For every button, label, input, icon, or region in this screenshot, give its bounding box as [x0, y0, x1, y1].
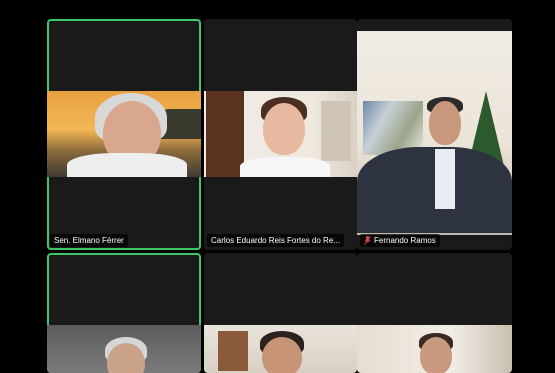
- video-tile-4[interactable]: [47, 253, 201, 373]
- video-feed-1: [47, 91, 201, 177]
- muted-mic-icon: [364, 236, 371, 245]
- video-feed-2: [204, 91, 357, 177]
- video-tile-3[interactable]: Fernando Ramos: [357, 19, 512, 250]
- video-tile-5[interactable]: [204, 253, 357, 373]
- video-feed-4: [47, 325, 201, 373]
- participant-name-1: Sen. Elmano Férrer: [50, 234, 128, 247]
- video-feed-6: [357, 325, 512, 373]
- video-feed-3: [357, 31, 512, 235]
- participant-name-2: Carlos Eduardo Reis Fortes do Re...: [207, 234, 344, 247]
- video-tile-2[interactable]: Carlos Eduardo Reis Fortes do Re...: [204, 19, 357, 250]
- video-tile-1[interactable]: Sen. Elmano Férrer: [47, 19, 201, 250]
- participant-name-3: Fernando Ramos: [360, 234, 440, 247]
- video-tile-6[interactable]: [357, 253, 512, 373]
- video-feed-5: [204, 325, 357, 373]
